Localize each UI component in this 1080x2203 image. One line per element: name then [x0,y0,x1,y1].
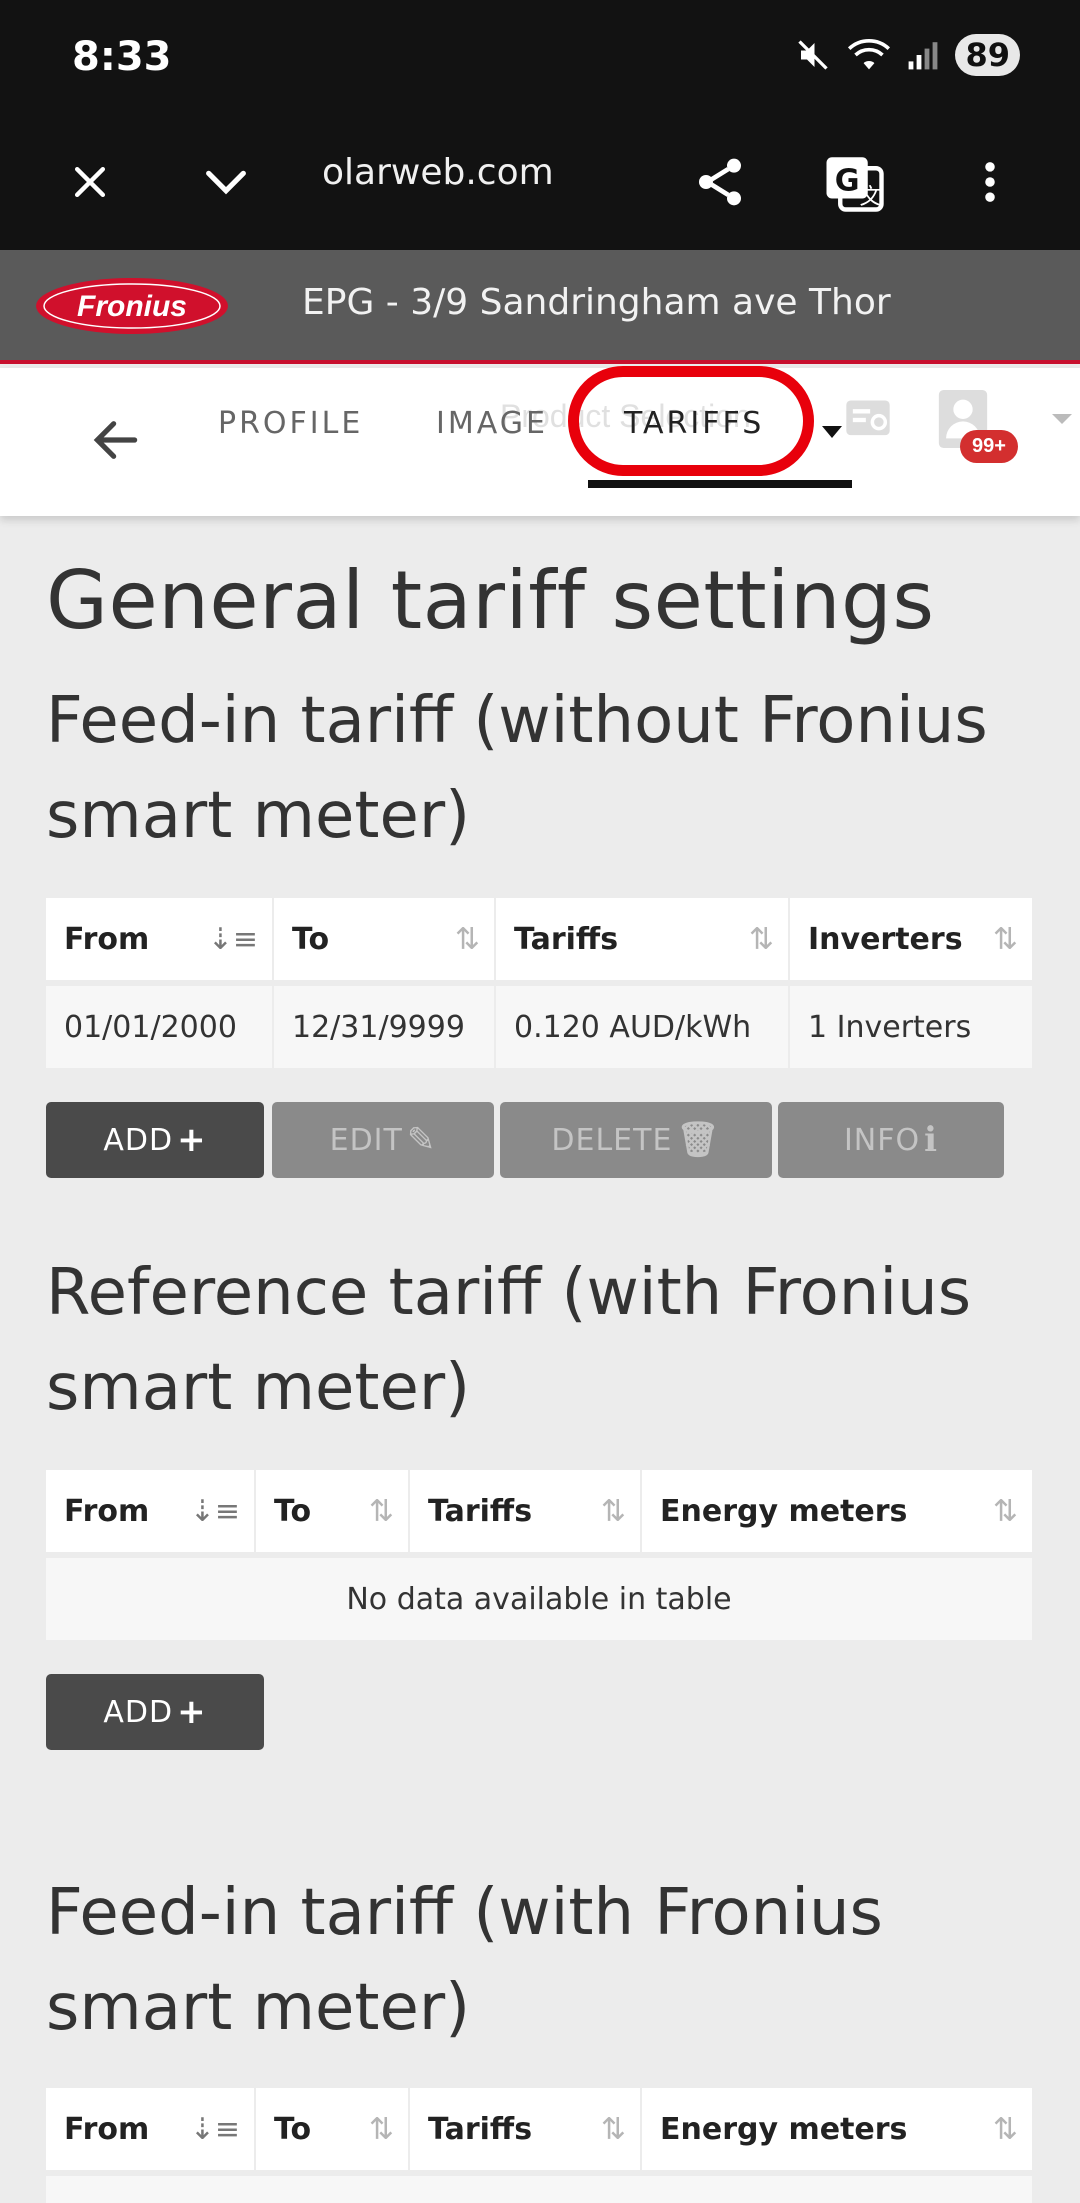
delete-button[interactable]: DELETE 🗑 [500,1102,772,1178]
tab-image[interactable]: IMAGE [436,406,548,441]
info-button[interactable]: INFO ℹ [778,1102,1004,1178]
signal-icon [909,42,938,70]
annotation-highlight [568,366,814,476]
svg-text:文: 文 [860,185,882,210]
plus-icon: + [177,1120,207,1160]
column-header-energy-meters[interactable]: Energy meters ⇅ [642,2088,1032,2170]
notification-badge[interactable]: 99+ [960,430,1018,463]
column-header-inverters[interactable]: Inverters ⇅ [790,898,1032,980]
sort-icon[interactable]: ⇅ [993,922,1018,957]
fronius-logo[interactable]: Fronius [34,276,230,336]
status-time: 8:33 [72,34,172,80]
app-header: Fronius EPG - 3/9 Sandringham ave Thor [0,250,1080,364]
cell-inverters: 1 Inverters [790,986,1032,1068]
column-header-tariffs[interactable]: Tariffs ⇅ [496,898,790,980]
sort-icon[interactable]: ⇅ [369,1494,394,1529]
add-button[interactable]: ADD + [46,1102,264,1178]
feed-in-with-meter-table: From ⇣≡ To ⇅ Tariffs ⇅ Energy meters ⇅ [46,2088,1032,2203]
feed-in-without-meter-table: From ⇣≡ To ⇅ Tariffs ⇅ Inverters ⇅ 01/01/200… [46,898,1032,1068]
column-header-tariffs[interactable]: Tariffs ⇅ [410,1470,642,1552]
more-vertical-icon[interactable] [950,142,1030,222]
table-row: No data available in table [46,1558,1032,1640]
cell-from: 01/01/2000 [46,986,274,1068]
status-bar: 8:33 89 [0,0,1080,112]
mute-icon [798,40,829,70]
svg-text:G: G [835,163,860,198]
sort-icon[interactable]: ⇅ [369,2112,394,2147]
info-icon: ℹ [924,1120,939,1160]
column-header-energy-meters[interactable]: Energy meters ⇅ [642,1470,1032,1552]
translate-icon[interactable]: G文 [814,142,894,222]
add-button[interactable]: ADD + [46,1674,264,1750]
wifi-icon [848,39,891,70]
cell-tariff: 0.120 AUD/kWh [496,986,790,1068]
system-title: EPG - 3/9 Sandringham ave Thor [302,282,891,323]
empty-table-message: No data available in table [46,1558,1032,1640]
column-header-to[interactable]: To ⇅ [256,1470,410,1552]
sort-icon[interactable]: ⇅ [601,2112,626,2147]
tab-dropdown-icon[interactable] [822,426,842,438]
plus-icon: + [177,1692,207,1732]
page-title: General tariff settings [46,554,935,647]
column-header-from[interactable]: From ⇣≡ [46,898,274,980]
share-icon[interactable] [680,142,760,222]
sort-desc-icon[interactable]: ⇣≡ [190,2112,240,2147]
url-bar[interactable]: olarweb.com [322,152,554,193]
sort-desc-icon[interactable]: ⇣≡ [190,1494,240,1529]
reference-tariff-table: From ⇣≡ To ⇅ Tariffs ⇅ Energy meters ⇅ No da… [46,1470,1032,1640]
sort-icon[interactable]: ⇅ [601,1494,626,1529]
active-tab-indicator [588,480,852,488]
table-row [46,2176,1032,2203]
column-header-tariffs[interactable]: Tariffs ⇅ [410,2088,642,2170]
column-header-to[interactable]: To ⇅ [256,2088,410,2170]
sort-icon[interactable]: ⇅ [455,922,480,957]
status-icons: 89 [795,34,1020,76]
battery-indicator: 89 [955,34,1020,76]
logo-text: Fronius [77,290,187,323]
back-arrow-icon[interactable] [88,412,144,468]
column-header-from[interactable]: From ⇣≡ [46,2088,256,2170]
tab-bar: Product Selection PROFILE IMAGE TARIFFS … [0,368,1080,516]
section-title-feed-in-with-meter: Feed-in tariff (with Fronius smart meter… [46,1876,883,2045]
pencil-icon: ✎ [406,1120,437,1160]
sort-icon[interactable]: ⇅ [993,1494,1018,1529]
chevron-down-icon[interactable] [186,142,266,222]
sort-desc-icon[interactable]: ⇣≡ [208,922,258,957]
cell-to: 12/31/9999 [274,986,496,1068]
sort-icon[interactable]: ⇅ [993,2112,1018,2147]
report-icon[interactable] [842,394,894,446]
section-title-feed-in-without-meter: Feed-in tariff (without Fronius smart me… [46,684,988,853]
column-header-to[interactable]: To ⇅ [274,898,496,980]
edit-button[interactable]: EDIT ✎ [272,1102,494,1178]
section-title-reference-tariff: Reference tariff (with Fronius smart met… [46,1256,972,1425]
sort-icon[interactable]: ⇅ [749,922,774,957]
column-header-from[interactable]: From ⇣≡ [46,1470,256,1552]
user-menu-caret-icon[interactable] [1052,414,1072,424]
trash-icon: 🗑 [676,1120,721,1160]
table-row[interactable]: 01/01/2000 12/31/9999 0.120 AUD/kWh 1 In… [46,986,1032,1068]
browser-toolbar: olarweb.com G文 [0,112,1080,250]
tab-profile[interactable]: PROFILE [218,406,363,441]
close-icon[interactable] [50,142,130,222]
